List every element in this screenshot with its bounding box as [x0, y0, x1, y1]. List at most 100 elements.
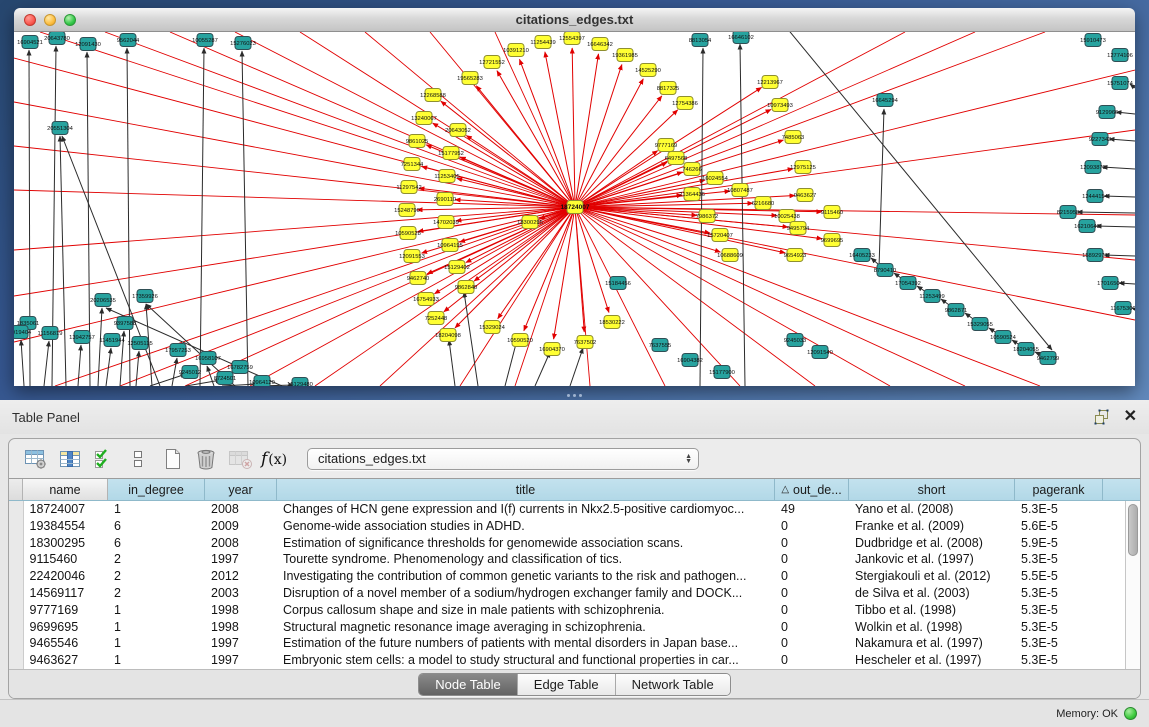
- table-cell[interactable]: Changes of HCN gene expression and I(f) …: [277, 501, 775, 518]
- table-cell[interactable]: 9115460: [23, 551, 108, 568]
- tab-network-table[interactable]: Network Table: [616, 674, 730, 695]
- table-cell[interactable]: 2008: [205, 535, 277, 552]
- select-columns-icon[interactable]: [89, 445, 119, 473]
- graph-edge[interactable]: [515, 207, 575, 386]
- column-header-title[interactable]: title: [277, 479, 775, 500]
- graph-edge[interactable]: [740, 44, 745, 386]
- graph-edge[interactable]: [1102, 167, 1135, 169]
- graph-edge[interactable]: [535, 352, 550, 386]
- table-cell[interactable]: 6: [108, 518, 205, 535]
- tab-edge-table[interactable]: Edge Table: [518, 674, 616, 695]
- table-row[interactable]: 977716911998Corpus callosum shape and si…: [9, 602, 1127, 619]
- column-header-in-degree[interactable]: in_degree: [108, 479, 205, 500]
- table-cell[interactable]: 19384554: [23, 518, 108, 535]
- table-row[interactable]: 1830029562008Estimation of significance …: [9, 535, 1127, 552]
- table-cell[interactable]: Hescheler et al. (1997): [849, 652, 1015, 669]
- table-cell[interactable]: Franke et al. (2009): [849, 518, 1015, 535]
- graph-edge[interactable]: [575, 110, 678, 207]
- table-cell[interactable]: 0: [775, 585, 849, 602]
- graph-edge[interactable]: [60, 136, 66, 386]
- table-cell[interactable]: Embryonic stem cells: a model to study s…: [277, 652, 775, 669]
- table-cell[interactable]: 18724007: [23, 501, 108, 518]
- table-row[interactable]: 1872400712008Changes of HCN gene express…: [9, 501, 1127, 518]
- table-cell[interactable]: 0: [775, 551, 849, 568]
- table-cell[interactable]: Disruption of a novel member of a sodium…: [277, 585, 775, 602]
- graph-edge[interactable]: [14, 102, 575, 207]
- graph-edge[interactable]: [120, 207, 575, 386]
- graph-edge[interactable]: [98, 308, 102, 386]
- graph-edge[interactable]: [44, 341, 49, 386]
- table-cell[interactable]: Structural magnetic resonance image aver…: [277, 619, 775, 636]
- show-columns-icon[interactable]: [55, 445, 85, 473]
- function-builder-icon[interactable]: f(x): [259, 445, 289, 473]
- table-cell[interactable]: 18300295: [23, 535, 108, 552]
- column-header-short[interactable]: short: [849, 479, 1015, 500]
- graph-edge[interactable]: [464, 292, 478, 386]
- graph-edge[interactable]: [575, 207, 1135, 320]
- graph-edge[interactable]: [575, 32, 1045, 207]
- table-cell[interactable]: 1997: [205, 635, 277, 652]
- table-cell[interactable]: 5.3E-5: [1015, 635, 1103, 652]
- table-cell[interactable]: Corpus callosum shape and size in male p…: [277, 602, 775, 619]
- graph-edge[interactable]: [1109, 139, 1135, 141]
- table-cell[interactable]: 14569117: [23, 585, 108, 602]
- graph-edge[interactable]: [575, 207, 665, 386]
- float-panel-icon[interactable]: [1093, 409, 1110, 425]
- graph-edge[interactable]: [575, 207, 1040, 386]
- graph-edge[interactable]: [772, 32, 1052, 350]
- table-cell[interactable]: 2: [108, 585, 205, 602]
- table-cell[interactable]: 5.9E-5: [1015, 535, 1103, 552]
- table-header-row[interactable]: namein_degreeyeartitle△out_de...shortpag…: [9, 478, 1140, 501]
- table-cell[interactable]: 9465546: [23, 635, 108, 652]
- window-titlebar[interactable]: citations_edges.txt: [14, 8, 1135, 32]
- table-cell[interactable]: 22420046: [23, 568, 108, 585]
- table-body[interactable]: 18724007 1 2008Changes of HCN gene express…: [9, 501, 1140, 669]
- table-cell[interactable]: 1: [108, 602, 205, 619]
- table-cell[interactable]: 1997: [205, 652, 277, 669]
- graph-edge[interactable]: [575, 96, 662, 207]
- table-cell[interactable]: 0: [775, 602, 849, 619]
- graph-edge[interactable]: [449, 340, 455, 386]
- table-cell[interactable]: 0: [775, 619, 849, 636]
- graph-edge[interactable]: [14, 190, 575, 207]
- table-cell[interactable]: 5.5E-5: [1015, 568, 1103, 585]
- graph-edge[interactable]: [1104, 196, 1135, 197]
- table-row[interactable]: 969969511998Structural magnetic resonanc…: [9, 619, 1127, 636]
- checkbox-list-icon[interactable]: [123, 445, 153, 473]
- table-cell[interactable]: Jankovic et al. (1997): [849, 551, 1015, 568]
- table-cell[interactable]: 1998: [205, 602, 277, 619]
- table-cell[interactable]: Nakamura et al. (1997): [849, 635, 1015, 652]
- table-cell[interactable]: Investigating the contribution of common…: [277, 568, 775, 585]
- table-cell[interactable]: 9699695: [23, 619, 108, 636]
- table-cell[interactable]: 2: [108, 568, 205, 585]
- table-row[interactable]: 2242004622012Investigating the contribut…: [9, 568, 1127, 585]
- table-cell[interactable]: 2012: [205, 568, 277, 585]
- vertical-scrollbar[interactable]: [1125, 501, 1140, 669]
- graph-edge[interactable]: [365, 32, 575, 207]
- table-row[interactable]: 946554611997Estimation of the future num…: [9, 635, 1127, 652]
- graph-edge[interactable]: [1077, 212, 1135, 213]
- graph-edge[interactable]: [460, 157, 575, 207]
- table-cell[interactable]: 5.6E-5: [1015, 518, 1103, 535]
- graph-edge[interactable]: [1104, 255, 1135, 256]
- table-cell[interactable]: 0: [775, 535, 849, 552]
- column-header-name[interactable]: name: [23, 479, 108, 500]
- table-cell[interactable]: 5.3E-5: [1015, 602, 1103, 619]
- table-cell[interactable]: Dudbridge et al. (2008): [849, 535, 1015, 552]
- table-cell[interactable]: 5.3E-5: [1015, 652, 1103, 669]
- table-cell[interactable]: Wolkin et al. (1998): [849, 619, 1015, 636]
- table-cell[interactable]: Yano et al. (2008): [849, 501, 1015, 518]
- graph-edge[interactable]: [172, 358, 177, 386]
- citation-network-graph[interactable]: 1690452120643780120914309562044100552871…: [14, 32, 1135, 386]
- table-cell[interactable]: 5.3E-5: [1015, 551, 1103, 568]
- graph-edge[interactable]: [21, 340, 24, 386]
- table-cell[interactable]: Tibbo et al. (1998): [849, 602, 1015, 619]
- column-header-out-de-[interactable]: △out_de...: [775, 479, 849, 500]
- table-cell[interactable]: Estimation of the future numbers of pati…: [277, 635, 775, 652]
- table-row[interactable]: 1938455462009Genome-wide association stu…: [9, 518, 1127, 535]
- graph-edge[interactable]: [1096, 226, 1135, 227]
- graph-edge[interactable]: [78, 345, 81, 386]
- table-cell[interactable]: 1: [108, 652, 205, 669]
- table-type-tabs[interactable]: Node TableEdge TableNetwork Table: [418, 673, 731, 696]
- table-mode-icon[interactable]: [21, 445, 51, 473]
